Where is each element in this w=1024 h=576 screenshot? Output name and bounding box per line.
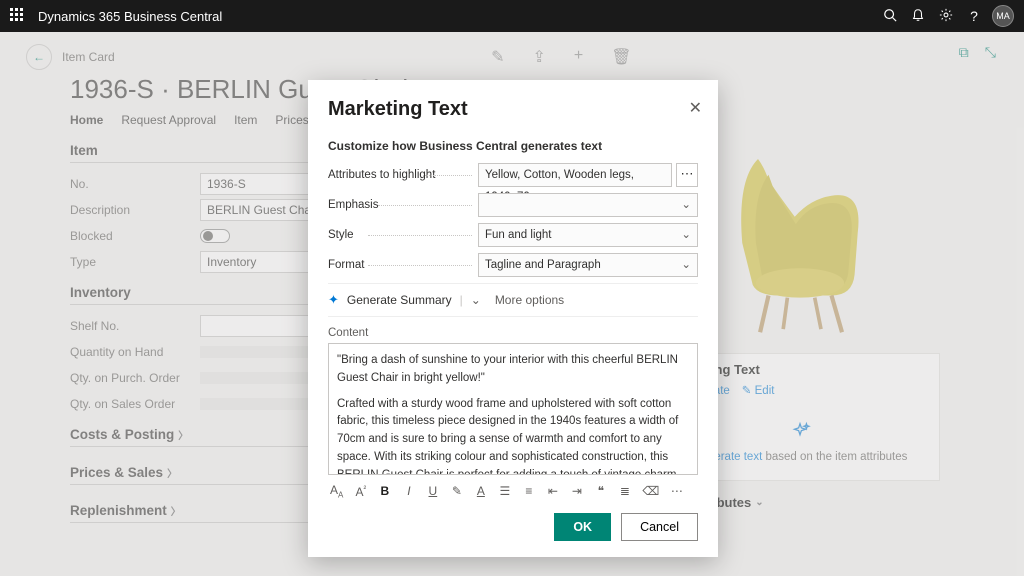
highlight-icon[interactable]: ✎ [450, 484, 463, 498]
close-button[interactable]: ✕ [689, 98, 702, 118]
content-label: Content [328, 327, 698, 339]
attributes-more-button[interactable]: ⋯ [676, 163, 698, 187]
indent-icon[interactable]: ⇥ [570, 484, 583, 498]
search-icon[interactable] [876, 8, 904, 25]
format-field[interactable]: Tagline and Paragraph [478, 253, 698, 277]
underline-button[interactable]: U [426, 484, 439, 498]
marketing-text-dialog: Marketing Text ✕ Customize how Business … [308, 80, 718, 557]
outdent-icon[interactable]: ⇤ [546, 484, 559, 498]
more-options-button[interactable]: More options [495, 293, 564, 307]
align-icon[interactable]: ≣ [618, 484, 631, 498]
italic-button[interactable]: I [402, 484, 415, 498]
quote-icon[interactable]: ❝ [594, 484, 607, 498]
format-label: Format [328, 259, 478, 271]
format-toolbar: AA A² B I U ✎ A ☰ ≡ ⇤ ⇥ ❝ ≣ ⌫ ⋯ [328, 475, 698, 499]
app-title: Dynamics 365 Business Central [38, 9, 876, 24]
font-size-up-icon[interactable]: A² [354, 484, 367, 499]
generate-summary-button[interactable]: Generate Summary [347, 293, 452, 307]
emphasis-field[interactable] [478, 193, 698, 217]
sparkle-icon: ✦ [328, 292, 339, 308]
emphasis-label: Emphasis [328, 199, 478, 211]
attributes-label: Attributes to highlight [328, 169, 478, 181]
clear-format-icon[interactable]: ⌫ [642, 484, 659, 498]
bold-button[interactable]: B [378, 484, 391, 498]
app-launcher-icon[interactable] [10, 8, 26, 24]
chevron-down-icon[interactable]: ⌄ [471, 293, 481, 307]
dialog-title: Marketing Text [328, 98, 698, 121]
bullet-list-icon[interactable]: ☰ [498, 484, 511, 498]
help-icon[interactable]: ? [960, 8, 988, 24]
attributes-field[interactable]: Yellow, Cotton, Wooden legs, 1940, 70cm [478, 163, 672, 187]
style-field[interactable]: Fun and light [478, 223, 698, 247]
settings-icon[interactable] [932, 8, 960, 25]
dialog-subtitle: Customize how Business Central generates… [328, 139, 698, 153]
notifications-icon[interactable] [904, 8, 932, 25]
font-color-icon[interactable]: A [474, 484, 487, 498]
content-editor[interactable]: "Bring a dash of sunshine to your interi… [328, 343, 698, 475]
font-size-down-icon[interactable]: AA [330, 483, 343, 499]
cancel-button[interactable]: Cancel [621, 513, 698, 541]
style-label: Style [328, 229, 478, 241]
ok-button[interactable]: OK [554, 513, 611, 541]
global-topbar: Dynamics 365 Business Central ? MA [0, 0, 1024, 32]
numbered-list-icon[interactable]: ≡ [522, 484, 535, 498]
user-avatar[interactable]: MA [992, 5, 1014, 27]
more-format-icon[interactable]: ⋯ [670, 484, 683, 498]
